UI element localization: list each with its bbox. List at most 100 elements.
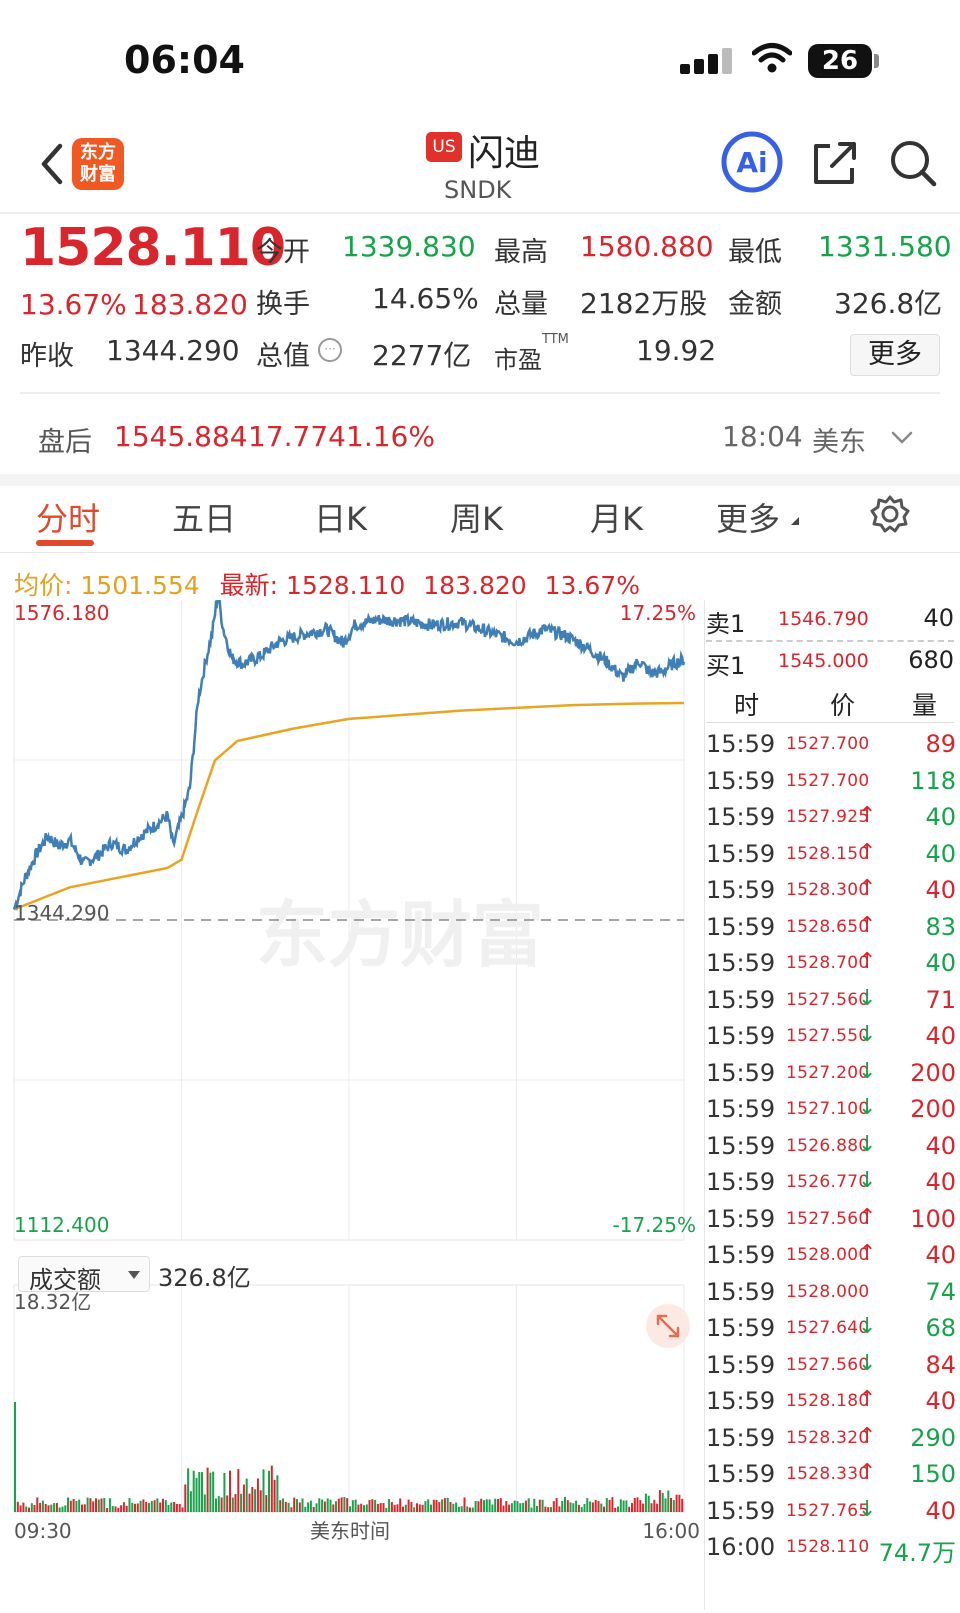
tab-more-caret-icon [791,517,799,525]
volume-bar [569,1502,572,1512]
intraday-chart[interactable]: 东方财富 1576.180 17.25% 1344.290 1112.400 -… [0,600,706,1610]
volume-bar [393,1504,396,1512]
trade-time: 15:59 [706,1131,776,1160]
volume-bar [357,1504,360,1512]
volume-bar [430,1504,432,1512]
volume-bar [117,1507,120,1512]
tab-more[interactable]: 更多 [716,494,780,540]
tab-weekly-k[interactable]: 周K [450,494,503,540]
trade-time: 15:59 [706,1095,776,1123]
latest-change: 183.820 [423,571,527,600]
avg-label: 均价: [14,571,73,600]
volume-bar [658,1490,661,1512]
volume-bar [265,1495,268,1512]
more-quote-button[interactable]: 更多 [850,334,940,376]
volume-bar [346,1498,349,1512]
market-badge: US [426,132,462,162]
search-icon[interactable] [888,138,938,188]
pe-ttm-sup: TTM [542,332,569,347]
volume-bar [30,1503,33,1512]
trade-price: 1527.560 [786,1354,870,1375]
trade-arrow: ↑ [858,803,877,828]
volume-bar [368,1500,371,1512]
volume-bar [212,1471,215,1512]
volume-bar [550,1507,552,1512]
volume-bar [67,1497,69,1512]
volume-bar [92,1501,95,1512]
battery-icon: 26 [808,44,872,78]
volume-bar [61,1506,64,1512]
header-divider [0,212,960,214]
y-top-price-label: 1576.180 [14,601,109,625]
volume-bar [83,1504,86,1512]
volume-bar [399,1498,402,1512]
trade-price: 1528.300 [786,880,870,900]
trade-price: 1527.925 [786,807,870,827]
volume-bar [131,1502,134,1512]
volume-bar [19,1505,22,1512]
trade-time: 15:59 [706,1058,776,1087]
volume-bar [547,1507,550,1512]
trade-volume: 150 [910,1460,956,1488]
settings-gear-icon[interactable] [870,494,910,534]
volume-bar [536,1506,538,1512]
trade-time: 15:59 [706,1022,776,1050]
info-icon[interactable]: ··· [318,338,342,362]
buy-1-row[interactable]: 买1 1545.000 680 [706,646,954,680]
volume-bar [382,1503,385,1512]
volume-bar [287,1502,290,1512]
volume-bar [55,1503,58,1512]
volume-metric-selector[interactable]: 成交额 [18,1256,150,1294]
volume-bar [170,1502,173,1512]
trade-price: 1528.000 [786,1281,870,1302]
ai-assistant-icon[interactable]: Ai [720,130,784,194]
volume-bar [672,1500,675,1512]
volume-bar [293,1497,296,1512]
volume-bar [33,1505,36,1512]
after-hours-bar[interactable]: 盘后 1545.884 17.774 1.16% 18:04 美东 [0,396,960,472]
header-volume: 量 [912,691,938,720]
volume-bar [538,1499,541,1512]
volume-bar [516,1501,519,1512]
tab-monthly-k[interactable]: 月K [590,494,643,540]
volume-bar [301,1498,304,1512]
volume-bar [483,1500,485,1512]
buy-1-qty: 680 [908,646,954,674]
trade-time: 15:59 [706,876,776,904]
tab-daily-k[interactable]: 日K [314,494,367,540]
volume-bar [201,1472,203,1512]
volume-bar [452,1503,455,1512]
trade-row: 15:59 1527.765 ↓ 40 [706,1497,956,1533]
volume-bar [633,1498,636,1512]
volume-bar [136,1503,139,1512]
sell-1-row[interactable]: 卖1 1546.790 40 [706,604,954,638]
share-icon[interactable] [810,138,860,188]
volume-bar [360,1503,363,1512]
volume-bar [608,1500,611,1512]
trade-volume: 74 [925,1277,956,1306]
volume-bar [315,1503,318,1512]
volume-bar [572,1503,575,1512]
change-percent: 13.67% [20,288,127,321]
volume-bar [600,1503,603,1512]
back-chevron-icon[interactable] [34,140,74,188]
trade-arrow: ↓ [858,1058,877,1084]
volume-bar [591,1502,594,1512]
trade-arrow: ↑ [858,912,877,938]
volume-bar [628,1506,631,1512]
volume-bar [198,1472,201,1512]
tab-five-day[interactable]: 五日 [172,494,236,540]
cellular-signal-icon [680,48,734,74]
volume-bar [349,1506,351,1512]
volume-bar [192,1470,195,1512]
volume-bar [667,1490,670,1512]
trade-row: 15:59 1527.700 89 [706,730,956,766]
volume-bar [14,1402,16,1512]
tab-intraday[interactable]: 分时 [36,494,100,540]
open-label: 今开 [256,237,310,268]
volume-bar [564,1497,566,1512]
volume-bar [575,1500,578,1512]
latest-value: 1528.110 [286,571,406,600]
volume-bar [379,1503,382,1512]
y-bottom-price-label: 1112.400 [14,1213,109,1237]
